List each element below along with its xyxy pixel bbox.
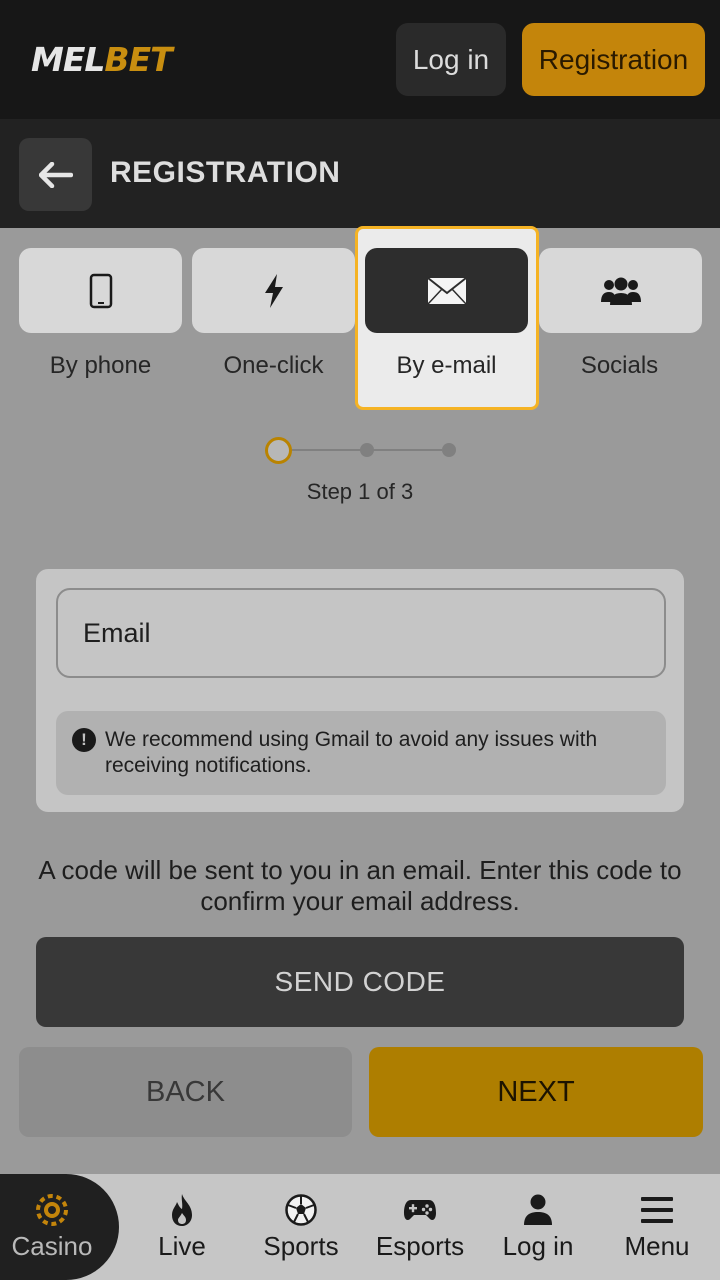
title-bar	[0, 119, 720, 228]
method-label-email[interactable]: By e-mail	[360, 352, 533, 380]
method-tab-email[interactable]	[365, 248, 528, 333]
nav-item-casino[interactable]: Casino	[0, 1174, 104, 1280]
lightning-icon	[264, 273, 283, 308]
method-label-socials[interactable]: Socials	[533, 352, 706, 380]
nav-label-menu: Menu	[624, 1231, 690, 1261]
exclamation-icon: !	[72, 728, 96, 752]
page-title: REGISTRATION	[110, 156, 341, 189]
back-button[interactable]	[19, 138, 92, 211]
hamburger-menu-icon	[639, 1192, 675, 1228]
casino-chip-icon	[34, 1192, 70, 1228]
people-icon	[600, 277, 641, 305]
logo-text-mel: MEL	[31, 40, 105, 79]
method-tab-phone[interactable]	[19, 248, 182, 333]
method-tab-one-click[interactable]	[192, 248, 355, 333]
header-registration-button[interactable]: Registration	[522, 23, 705, 96]
step-indicator-3	[442, 443, 456, 457]
flame-icon	[164, 1192, 200, 1228]
nav-label-sports: Sports	[263, 1231, 339, 1261]
email-field[interactable]	[56, 588, 666, 678]
send-code-button[interactable]: SEND CODE	[36, 937, 684, 1027]
melbet-logo[interactable]: MELBET	[31, 40, 173, 79]
phone-icon	[89, 273, 112, 308]
gamepad-icon	[402, 1192, 438, 1228]
method-label-one-click[interactable]: One-click	[187, 352, 360, 380]
arrow-left-icon	[38, 161, 73, 188]
next-step-button[interactable]: NEXT	[369, 1047, 703, 1137]
nav-label-esports: Esports	[375, 1231, 465, 1261]
code-info-text: A code will be sent to you in an email. …	[38, 855, 682, 916]
back-step-button[interactable]: BACK	[19, 1047, 352, 1137]
nav-label-live: Live	[158, 1231, 206, 1261]
user-icon	[520, 1192, 556, 1228]
nav-item-login[interactable]: Log in	[478, 1174, 598, 1280]
header-login-button[interactable]: Log in	[396, 23, 506, 96]
nav-item-menu[interactable]: Menu	[597, 1174, 717, 1280]
step-counter-text: Step 1 of 3	[306, 479, 414, 504]
step-indicator-2	[360, 443, 374, 457]
gmail-notice-text: We recommend using Gmail to avoid any is…	[105, 728, 598, 777]
logo-text-bet: BET	[104, 40, 172, 79]
method-tab-socials[interactable]	[539, 248, 702, 333]
nav-label-casino: Casino	[11, 1231, 93, 1261]
method-label-phone[interactable]: By phone	[14, 352, 187, 380]
envelope-icon	[426, 276, 467, 305]
nav-item-live[interactable]: Live	[122, 1174, 242, 1280]
nav-item-sports[interactable]: Sports	[241, 1174, 361, 1280]
step-indicator-current	[265, 437, 292, 464]
nav-label-login: Log in	[502, 1231, 574, 1261]
soccer-ball-icon	[283, 1192, 319, 1228]
nav-item-esports[interactable]: Esports	[360, 1174, 480, 1280]
